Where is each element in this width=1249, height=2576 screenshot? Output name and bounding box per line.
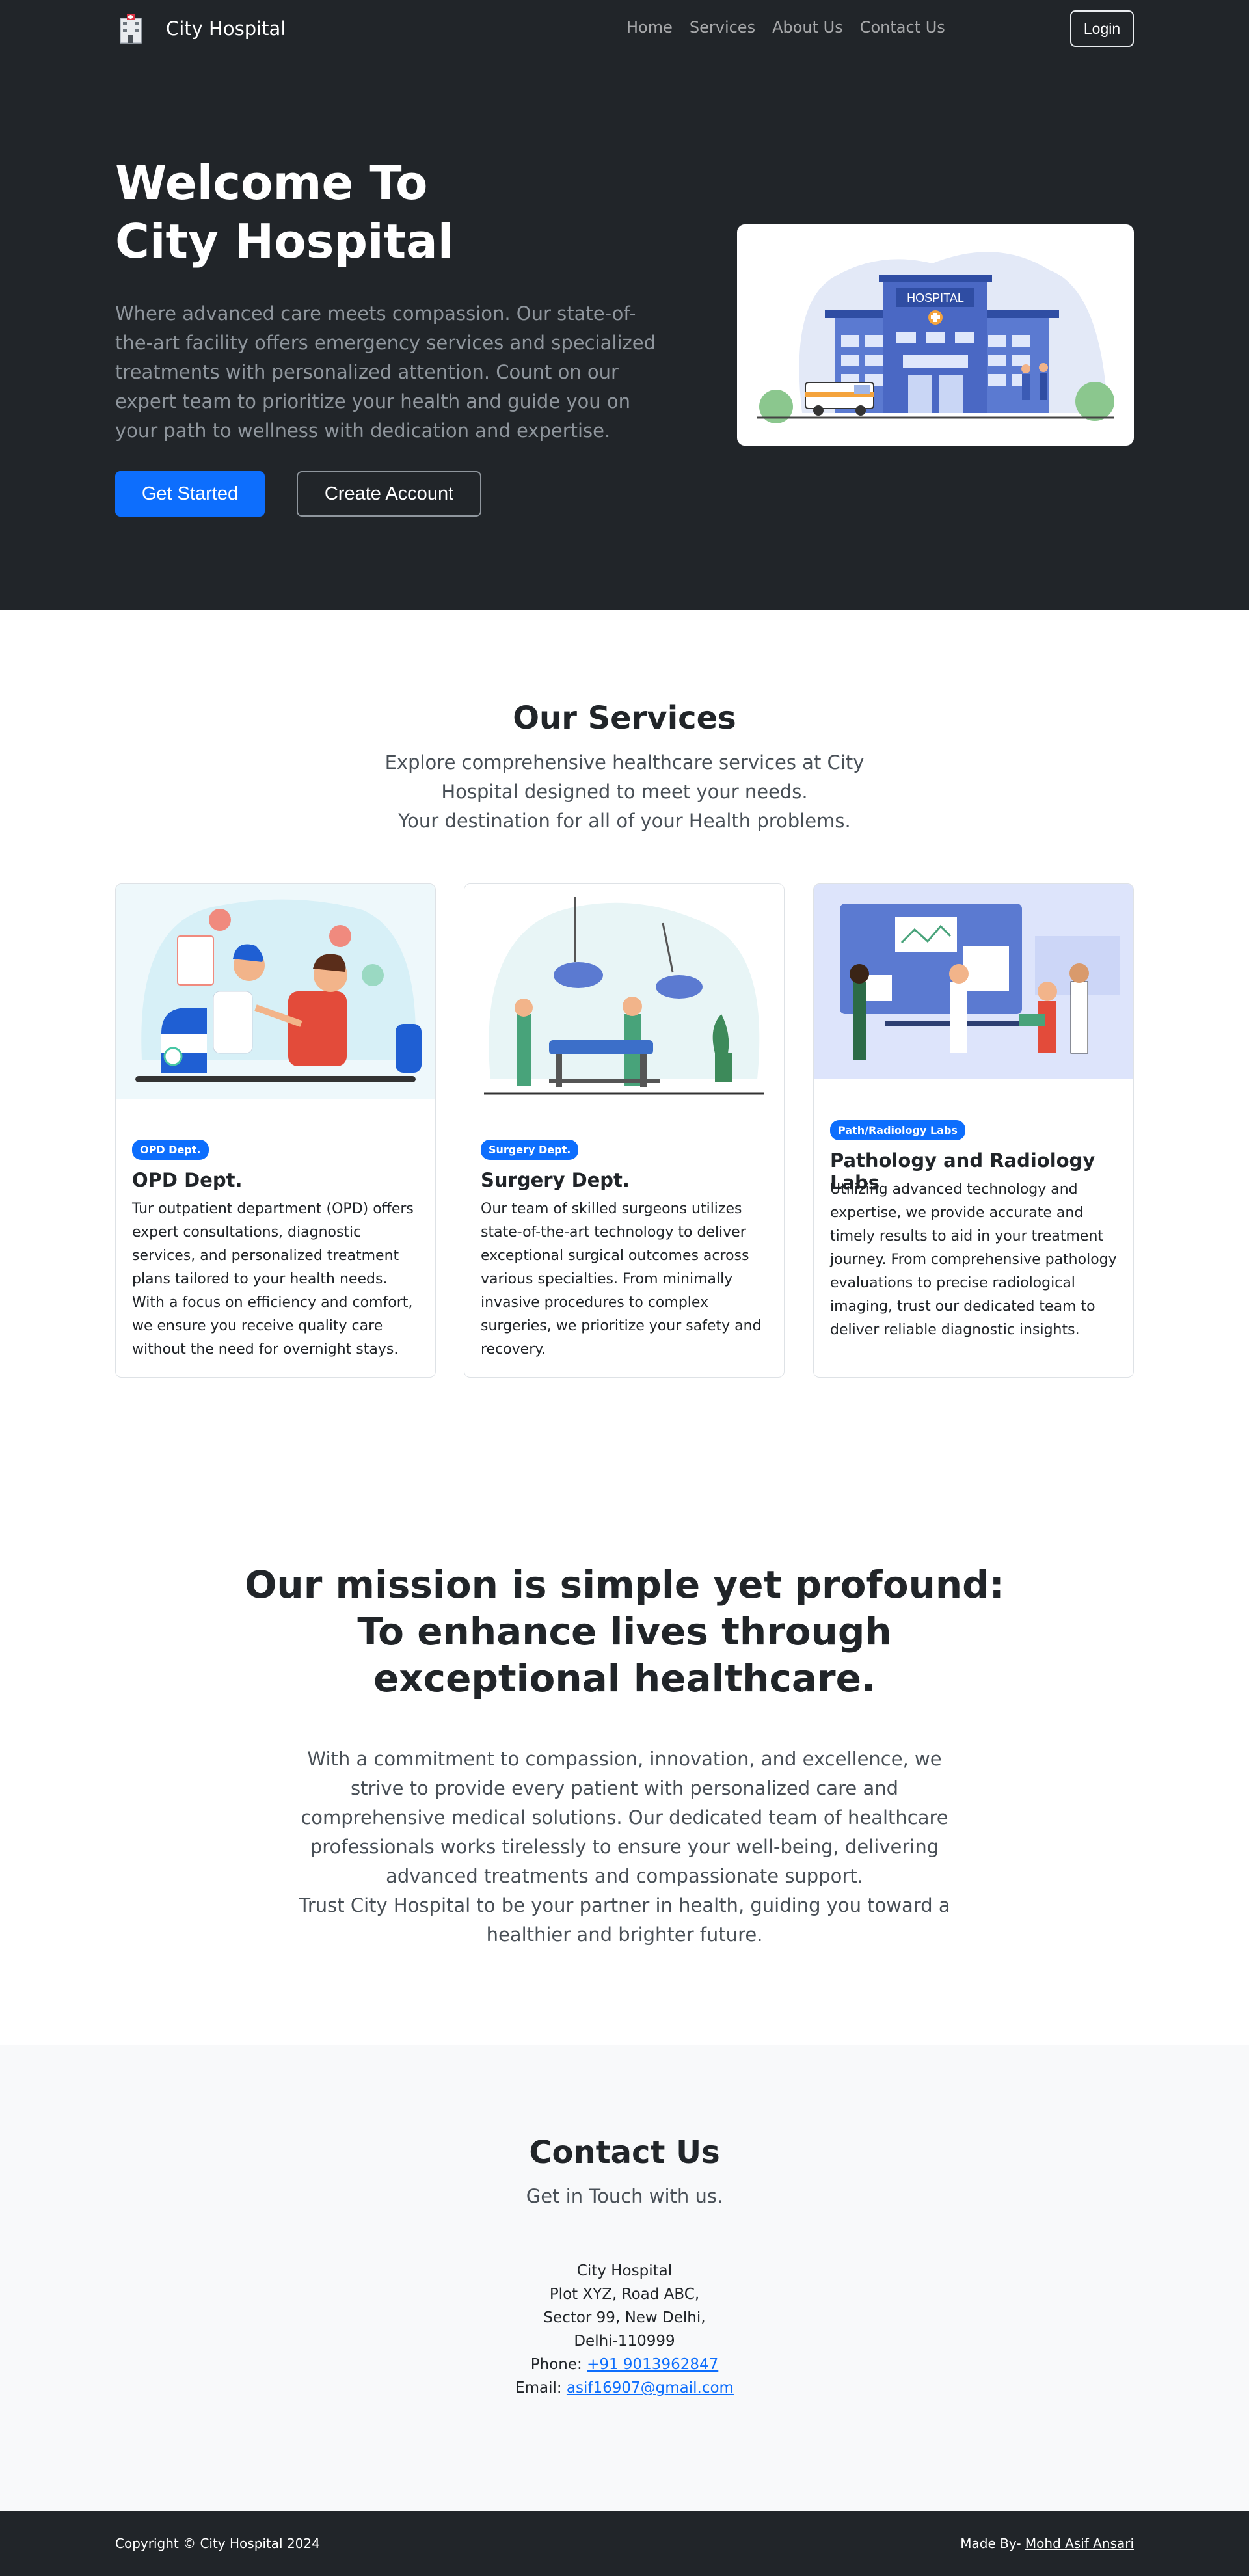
card-badge-labs: Path/Radiology Labs [830,1120,965,1140]
opd-illustration [116,884,435,1099]
hospital-sign-text: HOSPITAL [907,291,964,304]
footer: Copyright © City Hospital 2024 Made By- … [0,2511,1249,2576]
footer-copyright: Copyright © City Hospital 2024 [115,2536,320,2551]
nav-link-about[interactable]: About Us [772,18,843,36]
contact-address: City Hospital Plot XYZ, Road ABC, Sector… [0,2259,1249,2400]
email-row: Email: asif16907@gmail.com [0,2376,1249,2400]
create-account-button[interactable]: Create Account [297,471,481,517]
author-link[interactable]: Mohd Asif Ansari [1025,2536,1134,2551]
services-heading: Our Services [513,700,736,736]
mission-title-line1: Our mission is simple yet profound: [245,1563,1004,1607]
card-title-surgery: Surgery Dept. [481,1169,630,1191]
address-line3: Delhi-110999 [574,2333,675,2350]
surgery-illustration [464,884,784,1118]
hero-image: HOSPITAL [737,224,1134,446]
phone-link[interactable]: +91 9013962847 [587,2356,718,2373]
hero-title-line1: Welcome To [115,155,428,210]
nav-link-contact[interactable]: Contact Us [860,18,945,36]
nav-link-home[interactable]: Home [626,18,673,36]
footer-made-by: Made By- Mohd Asif Ansari [960,2536,1134,2551]
card-text-surgery: Our team of skilled surgeons utilizes st… [481,1201,762,1358]
phone-label: Phone: [530,2356,582,2373]
contact-section: Contact Us Get in Touch with us. City Ho… [0,2045,1249,2511]
mission-paragraph-1: With a commitment to compassion, innovat… [301,1748,948,1887]
services-subtitle-line2: Your destination for all of your Health … [398,810,851,832]
card-text-opd: Tur outpatient department (OPD) offers e… [132,1201,414,1358]
hospital-logo-icon [120,14,142,44]
hospital-illustration: HOSPITAL [757,252,1114,423]
service-card-labs: Path/Radiology Labs Pathology and Radiol… [813,883,1134,1378]
mission-title: Our mission is simple yet profound: To e… [234,1561,1015,1702]
made-by-label: Made By- [960,2536,1021,2551]
brand-name: City Hospital [166,18,286,40]
service-card-opd: OPD Dept. OPD Dept. Tur outpatient depar… [115,883,436,1378]
address-line2: Sector 99, New Delhi, [543,2309,706,2326]
hero-title: Welcome To City Hospital [115,154,571,271]
services-subtitle: Explore comprehensive healthcare service… [364,748,885,836]
navbar-brand[interactable]: City Hospital [115,13,286,44]
address-name: City Hospital [576,2262,673,2279]
nav-links: Home Services About Us Contact Us [626,18,945,36]
mission-paragraph-2: Trust City Hospital to be your partner i… [299,1894,950,1946]
card-title-opd: OPD Dept. [132,1169,243,1191]
labs-illustration [814,884,1133,1079]
mission-text: With a commitment to compassion, innovat… [286,1745,963,1950]
card-badge-opd: OPD Dept. [132,1140,209,1160]
address-line1: Plot XYZ, Road ABC, [549,2286,700,2303]
email-link[interactable]: asif16907@gmail.com [567,2380,734,2396]
hero-lead: Where advanced care meets compassion. Ou… [115,302,656,442]
card-text-labs: Utilizing advanced technology and expert… [830,1181,1117,1338]
card-badge-surgery: Surgery Dept. [481,1140,579,1160]
phone-row: Phone: +91 9013962847 [0,2353,1249,2376]
get-started-button[interactable]: Get Started [115,471,265,517]
contact-subtitle: Get in Touch with us. [526,2185,723,2207]
navbar: City Hospital Home Services About Us Con… [0,0,1249,57]
mission-title-line2: To enhance lives through exceptional hea… [357,1609,892,1700]
services-subtitle-line1: Explore comprehensive healthcare service… [384,751,865,803]
service-card-surgery: Surgery Dept. Surgery Dept. Our team of … [464,883,785,1378]
hero-title-line2: City Hospital [115,214,454,269]
hero-section: Welcome To City Hospital Where advanced … [0,57,1249,610]
login-button[interactable]: Login [1070,10,1134,47]
nav-link-services[interactable]: Services [690,18,755,36]
email-label: Email: [515,2380,562,2396]
contact-heading: Contact Us [529,2134,720,2171]
